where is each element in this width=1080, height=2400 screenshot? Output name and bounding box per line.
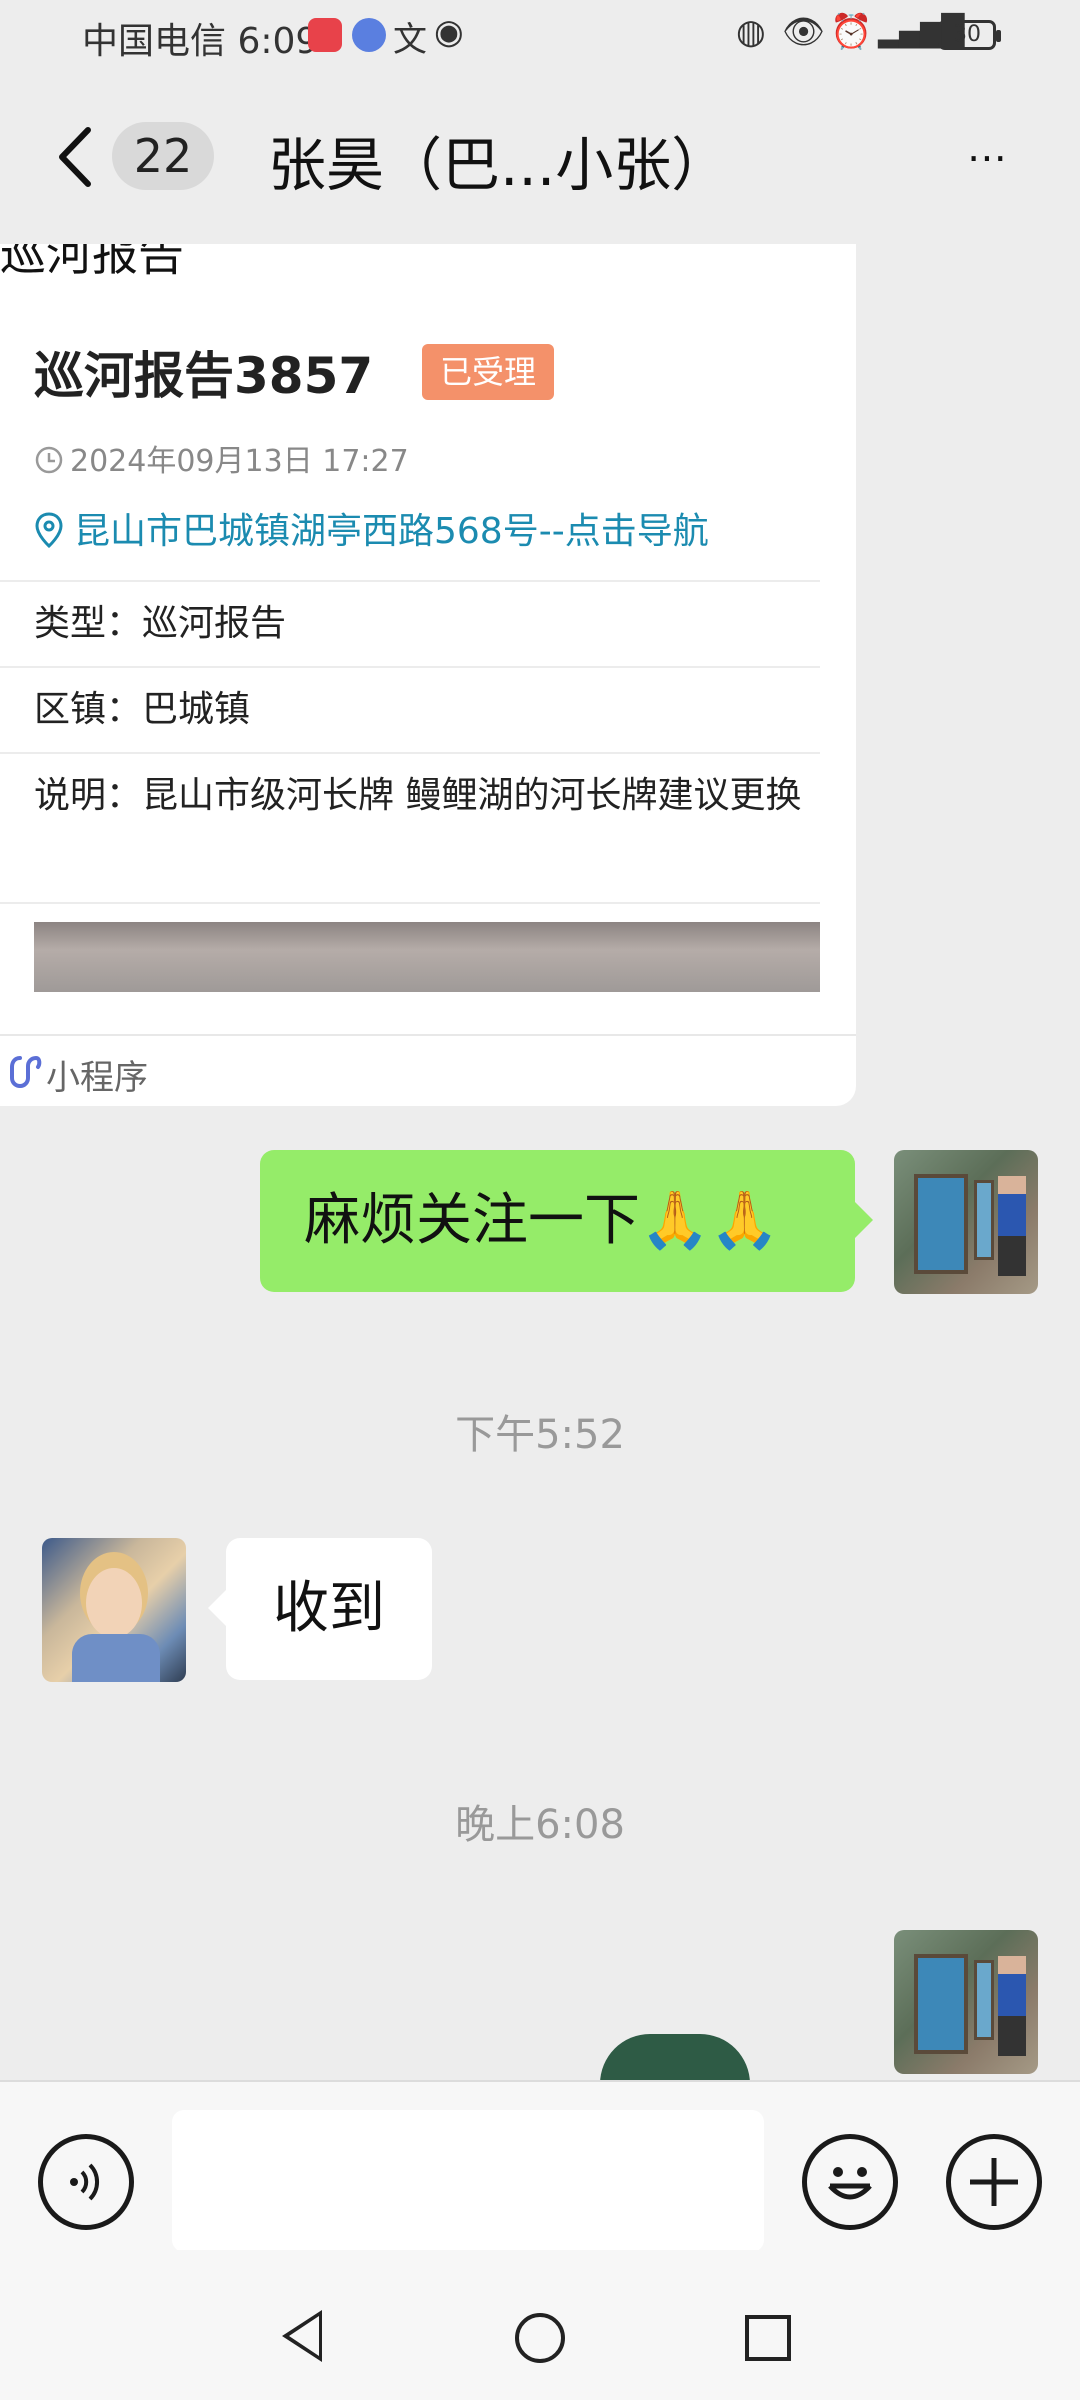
report-time: 2024年09月13日 17:27 (70, 444, 409, 479)
app-notification-icon (308, 18, 342, 52)
type-field: 类型：巡河报告 (34, 603, 287, 644)
sticker-message[interactable] (600, 2034, 750, 2084)
status-bar: 中国电信 6:09 文 ◉ ◍ 👁 ⏰ ▂▄▆█ 30 (0, 0, 1080, 72)
avatar[interactable] (894, 1150, 1038, 1294)
battery-icon: 30 (938, 20, 1001, 50)
status-badge: 已受理 (422, 344, 555, 400)
outgoing-message-bubble[interactable]: 麻烦关注一下🙏🙏 (260, 1150, 873, 1292)
location-notification-icon: ◉ (434, 12, 464, 52)
plus-button[interactable] (946, 2134, 1042, 2230)
music-notification-icon (352, 18, 386, 52)
incoming-message-bubble[interactable]: 收到 (208, 1538, 432, 1680)
back-button[interactable] (52, 124, 98, 190)
district-field: 区镇：巴城镇 (34, 689, 251, 730)
clock-icon (35, 446, 63, 474)
message-timestamp: 晚上6:08 (455, 1802, 625, 1848)
link-icon (8, 1054, 42, 1094)
chat-title: 张昊（巴...小张） (268, 131, 730, 199)
nav-back-icon-inner (289, 2316, 319, 2356)
description-field: 说明：昆山市级河长牌 鳗鲤湖的河长牌建议更换 (34, 775, 802, 816)
message-timestamp: 下午5:52 (455, 1412, 625, 1458)
address-link[interactable]: 昆山市巴城镇湖亭西路568号--点击导航 (34, 502, 709, 554)
emoji-icon (828, 2167, 872, 2200)
divider (0, 580, 820, 582)
more-horizontal-icon: ⋯ (967, 135, 1013, 181)
plus-icon (970, 2158, 1018, 2206)
translate-notification-icon: 文 (393, 20, 427, 60)
mini-program-label: 小程序 (46, 1058, 148, 1098)
divider (0, 666, 820, 668)
avatar[interactable] (894, 1930, 1038, 2074)
voice-button[interactable] (38, 2134, 134, 2230)
address-text: 昆山市巴城镇湖亭西路568号--点击导航 (74, 511, 709, 552)
report-time-row: 2024年09月13日 17:27 (34, 436, 409, 480)
divider (0, 1034, 856, 1036)
nav-home-icon[interactable] (515, 2313, 565, 2363)
contact-avatar[interactable] (42, 1538, 186, 1682)
chevron-left-icon (59, 127, 91, 187)
carrier-time: 中国电信 6:09 (82, 21, 319, 62)
voice-icon (70, 2163, 100, 2201)
message-input[interactable] (172, 2110, 764, 2252)
emoji-button[interactable] (802, 2134, 898, 2230)
eye-comfort-icon: 👁 (782, 12, 826, 52)
divider (0, 752, 820, 754)
divider (0, 902, 820, 904)
mini-program-card[interactable]: 巡河报告 巡河报告3857 已受理 2024年09月13日 17:27 昆山市巴… (0, 244, 856, 1106)
report-title: 巡河报告3857 (34, 347, 374, 405)
alarm-icon: ⏰ (830, 12, 873, 52)
unread-count-badge[interactable]: 22 (112, 122, 214, 190)
location-pin-icon (35, 512, 63, 549)
more-button[interactable]: ⋯ (940, 135, 1040, 183)
card-cut-off-title: 巡河报告 (0, 244, 184, 281)
nfc-icon: ◍ (736, 12, 766, 52)
nav-recent-apps-icon[interactable] (745, 2315, 791, 2361)
report-photo (34, 922, 820, 992)
